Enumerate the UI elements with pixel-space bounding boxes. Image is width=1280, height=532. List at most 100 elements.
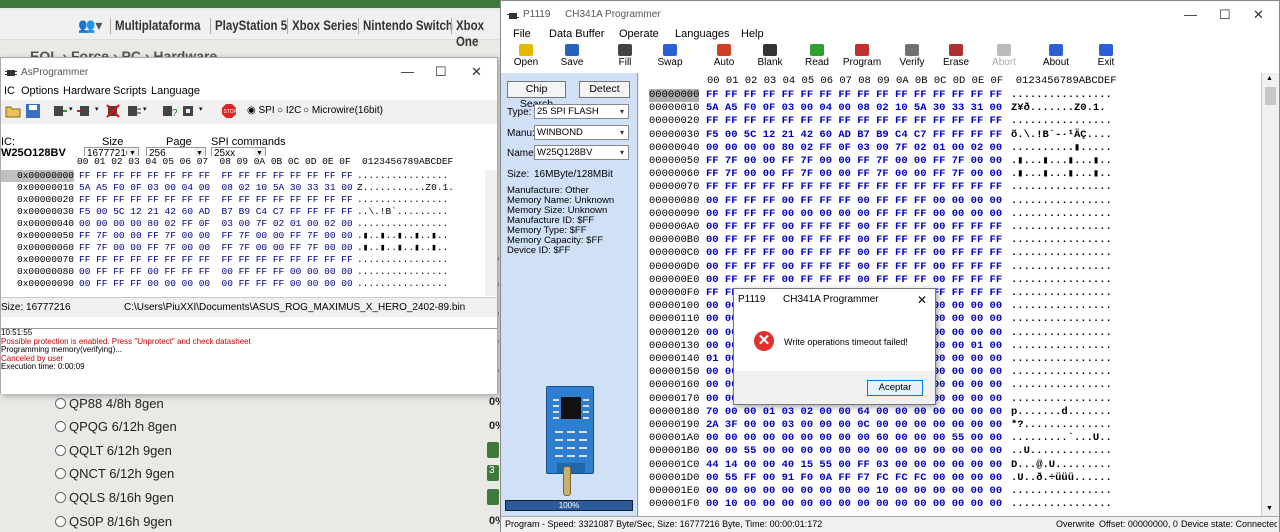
hex-row[interactable]: 00000080 00 FF FF FF 00 FF FF FF 00 FF FF… <box>639 195 1259 208</box>
hex-row[interactable]: 000001B0 00 00 55 00 00 00 00 00 00 00 00… <box>639 445 1259 458</box>
hex-row[interactable]: 000000A0 00 FF FF FF 00 FF FF FF 00 FF FF… <box>639 221 1259 234</box>
tool-verify-button[interactable]: Verify <box>889 43 935 73</box>
users-icon[interactable]: 👥▾ <box>78 17 102 34</box>
hex-row[interactable]: 0x00000030 F5 00 5C 12 21 42 60 AD B7 B9 … <box>1 206 481 218</box>
tool-erase-button[interactable]: Erase <box>933 43 979 73</box>
chip-search-button[interactable]: Chip Search <box>507 81 566 110</box>
menu-hardware[interactable]: Hardware <box>63 85 111 97</box>
hex-row[interactable]: 0x00000040 00 00 00 00 80 02 FF 0F 03 00 … <box>1 218 481 230</box>
hex-row[interactable]: 0000015000 00 00 00 00 00 00 00 00 00 00… <box>639 366 1259 379</box>
spi-radio[interactable]: ◉ SPI <box>247 105 275 116</box>
hex-row[interactable]: 000000E0 00 FF FF FF 00 FF FF FF 00 FF FF… <box>639 274 1259 287</box>
open-folder-icon[interactable] <box>5 103 21 119</box>
verify-chip-icon[interactable] <box>125 103 141 119</box>
hex-row[interactable]: 0x00000010 5A A5 F0 0F 03 00 04 00 08 02 … <box>1 182 481 194</box>
unprotect-icon[interactable] <box>181 103 197 119</box>
hex-row[interactable]: 0x00000000 FF FF FF FF FF FF FF FF FF FF … <box>1 170 481 182</box>
radio-button[interactable] <box>55 444 66 456</box>
menu-operate[interactable]: Operate <box>619 28 659 40</box>
poll-option[interactable]: QQLS 8/16h 9gen <box>55 486 174 508</box>
scroll-down-icon[interactable]: ▼ <box>1266 505 1273 512</box>
hex-row[interactable]: 00000190 2A 3F 00 00 03 00 00 00 0C 00 00… <box>639 419 1259 432</box>
poll-option[interactable]: QP88 4/8h 8gen <box>55 392 164 414</box>
close-icon[interactable]: ✕ <box>471 64 482 80</box>
hex-row[interactable]: 000000C0 00 FF FF FF 00 FF FF FF 00 FF FF… <box>639 247 1259 260</box>
dropdown-arrow-icon[interactable]: ▾ <box>69 105 73 113</box>
hex-row[interactable]: 00000020 FF FF FF FF FF FF FF FF FF FF FF… <box>639 115 1259 128</box>
stop-icon[interactable]: STOP <box>221 103 237 119</box>
hex-row[interactable]: 000001C0 44 14 00 00 40 15 55 00 FF 03 00… <box>639 459 1259 472</box>
tool-program-button[interactable]: Program <box>839 43 885 73</box>
nav-xbox-series[interactable]: Xbox Series <box>292 17 358 33</box>
chip-info-icon[interactable]: ? <box>161 103 177 119</box>
poll-option[interactable]: QQLT 6/12h 9gen <box>55 439 172 461</box>
hex-row[interactable]: 0000011000 00 00 00 00 00 00 00 00 00 00… <box>639 313 1259 326</box>
radio-button[interactable] <box>55 467 66 479</box>
poll-option[interactable]: QNCT 6/12h 9gen <box>55 462 174 484</box>
dropdown-arrow-icon[interactable]: ▾ <box>143 105 147 113</box>
tool-read-button[interactable]: Read <box>794 43 840 73</box>
tool-fill-button[interactable]: Fill <box>602 43 648 73</box>
hex-row[interactable]: 000000D0 00 FF FF FF 00 FF FF FF 00 FF FF… <box>639 261 1259 274</box>
radio-button[interactable] <box>55 397 66 409</box>
name-select[interactable]: W25Q128BV ▾ <box>534 145 629 160</box>
read-chip-icon[interactable] <box>51 103 67 119</box>
hex-row[interactable]: 00000070 FF FF FF FF FF FF FF FF FF FF FF… <box>639 181 1259 194</box>
menu-language[interactable]: Language <box>151 85 200 97</box>
tool-abort-button[interactable]: Abort <box>981 43 1027 73</box>
menu-ic[interactable]: IC <box>4 85 15 97</box>
hex-row[interactable]: 00000090 00 FF FF FF 00 00 00 00 00 FF FF… <box>639 208 1259 221</box>
hex-row[interactable]: 00000060 FF 7F 00 00 FF 7F 00 00 FF 7F 00… <box>639 168 1259 181</box>
menu-data-buffer[interactable]: Data Buffer <box>549 28 604 40</box>
type-select[interactable]: 25 SPI FLASH ▾ <box>534 104 629 119</box>
close-icon[interactable]: ✕ <box>917 289 927 311</box>
tool-open-button[interactable]: Open <box>503 43 549 73</box>
radio-button[interactable] <box>55 420 66 432</box>
hex-row[interactable]: 0x00000070 FF FF FF FF FF FF FF FF FF FF … <box>1 254 481 266</box>
hex-row[interactable]: 0x00000090 00 FF FF FF 00 00 00 00 00 FF … <box>1 278 481 290</box>
erase-chip-icon[interactable] <box>105 103 121 119</box>
close-icon[interactable]: ✕ <box>1253 7 1264 23</box>
hex-row[interactable]: 000001F0 00 10 00 00 00 00 00 00 00 00 00… <box>639 498 1259 511</box>
hex-row[interactable]: 0000016000 00 00 00 00 00 00 00 00 00 00… <box>639 379 1259 392</box>
write-chip-icon[interactable] <box>77 103 93 119</box>
hex-row[interactable]: 0x00000050 FF 7F 00 00 FF 7F 00 00 FF 7F … <box>1 230 481 242</box>
hex-row[interactable]: 000000F0FF FF FF FF FF FF FF FF FF FF FF… <box>639 287 1259 300</box>
poll-option[interactable]: QPQG 6/12h 8gen <box>55 415 177 437</box>
hex-row[interactable]: 0x00000080 00 FF FF FF 00 FF FF FF 00 FF … <box>1 266 481 278</box>
hex-row[interactable]: 00000050 FF 7F 00 00 FF 7F 00 00 FF 7F 00… <box>639 155 1259 168</box>
i2c-radio[interactable]: ○ I2C <box>277 105 301 116</box>
save-icon[interactable] <box>25 103 41 119</box>
menu-file[interactable]: File <box>513 28 531 40</box>
nav-nintendo-switch[interactable]: Nintendo Switch <box>363 17 453 33</box>
tool-swap-button[interactable]: Swap <box>647 43 693 73</box>
tool-blank-button[interactable]: Blank <box>747 43 793 73</box>
hex-row[interactable]: 00000010 5A A5 F0 0F 03 00 04 00 08 02 10… <box>639 102 1259 115</box>
hex-row[interactable]: 0x00000020 FF FF FF FF FF FF FF FF FF FF … <box>1 194 481 206</box>
hex-row[interactable]: 0000010000 00 00 00 00 00 00 00 00 00 00… <box>639 300 1259 313</box>
minimize-icon[interactable]: — <box>1184 7 1197 22</box>
scroll-up-icon[interactable]: ▲ <box>1266 75 1273 82</box>
microwire-radio[interactable]: ○ Microwire(16bit) <box>303 105 383 116</box>
tool-exit-button[interactable]: Exit <box>1083 43 1129 73</box>
nav-playstation-5[interactable]: PlayStation 5 <box>215 17 287 33</box>
manu-select[interactable]: WINBOND ▾ <box>534 125 629 140</box>
hex-row[interactable]: 00000000 FF FF FF FF FF FF FF FF FF FF FF… <box>639 89 1259 102</box>
hex-row[interactable]: 0000017000 00 00 00 00 00 00 00 00 00 00… <box>639 393 1259 406</box>
radio-button[interactable] <box>55 515 66 527</box>
radio-button[interactable] <box>55 491 66 503</box>
tool-auto-button[interactable]: Auto <box>701 43 747 73</box>
detect-button[interactable]: Detect <box>579 81 630 98</box>
scroll-thumb[interactable] <box>1265 87 1276 105</box>
asp-hex-editor[interactable]: 00 01 02 03 04 05 06 07 08 09 0A 0B 0C 0… <box>1 156 497 296</box>
hex-row[interactable]: 000000B0 00 FF FF FF 00 FF FF FF 00 FF FF… <box>639 234 1259 247</box>
menu-scripts[interactable]: Scripts <box>113 85 147 97</box>
menu-help[interactable]: Help <box>741 28 764 40</box>
hex-row[interactable]: 000001D0 00 55 FF 00 91 F0 0A FF F7 FC FC… <box>639 472 1259 485</box>
nav-xbox-one[interactable]: Xbox One <box>456 17 492 49</box>
poll-option[interactable]: QS0P 8/16h 9gen <box>55 510 172 532</box>
vertical-scrollbar[interactable]: ▲ ▼ <box>1261 73 1279 517</box>
tool-about-button[interactable]: About <box>1033 43 1079 73</box>
menu-options[interactable]: Options <box>21 85 59 97</box>
hex-row[interactable]: 0000013000 00 00 00 00 00 00 00 00 00 00… <box>639 340 1259 353</box>
